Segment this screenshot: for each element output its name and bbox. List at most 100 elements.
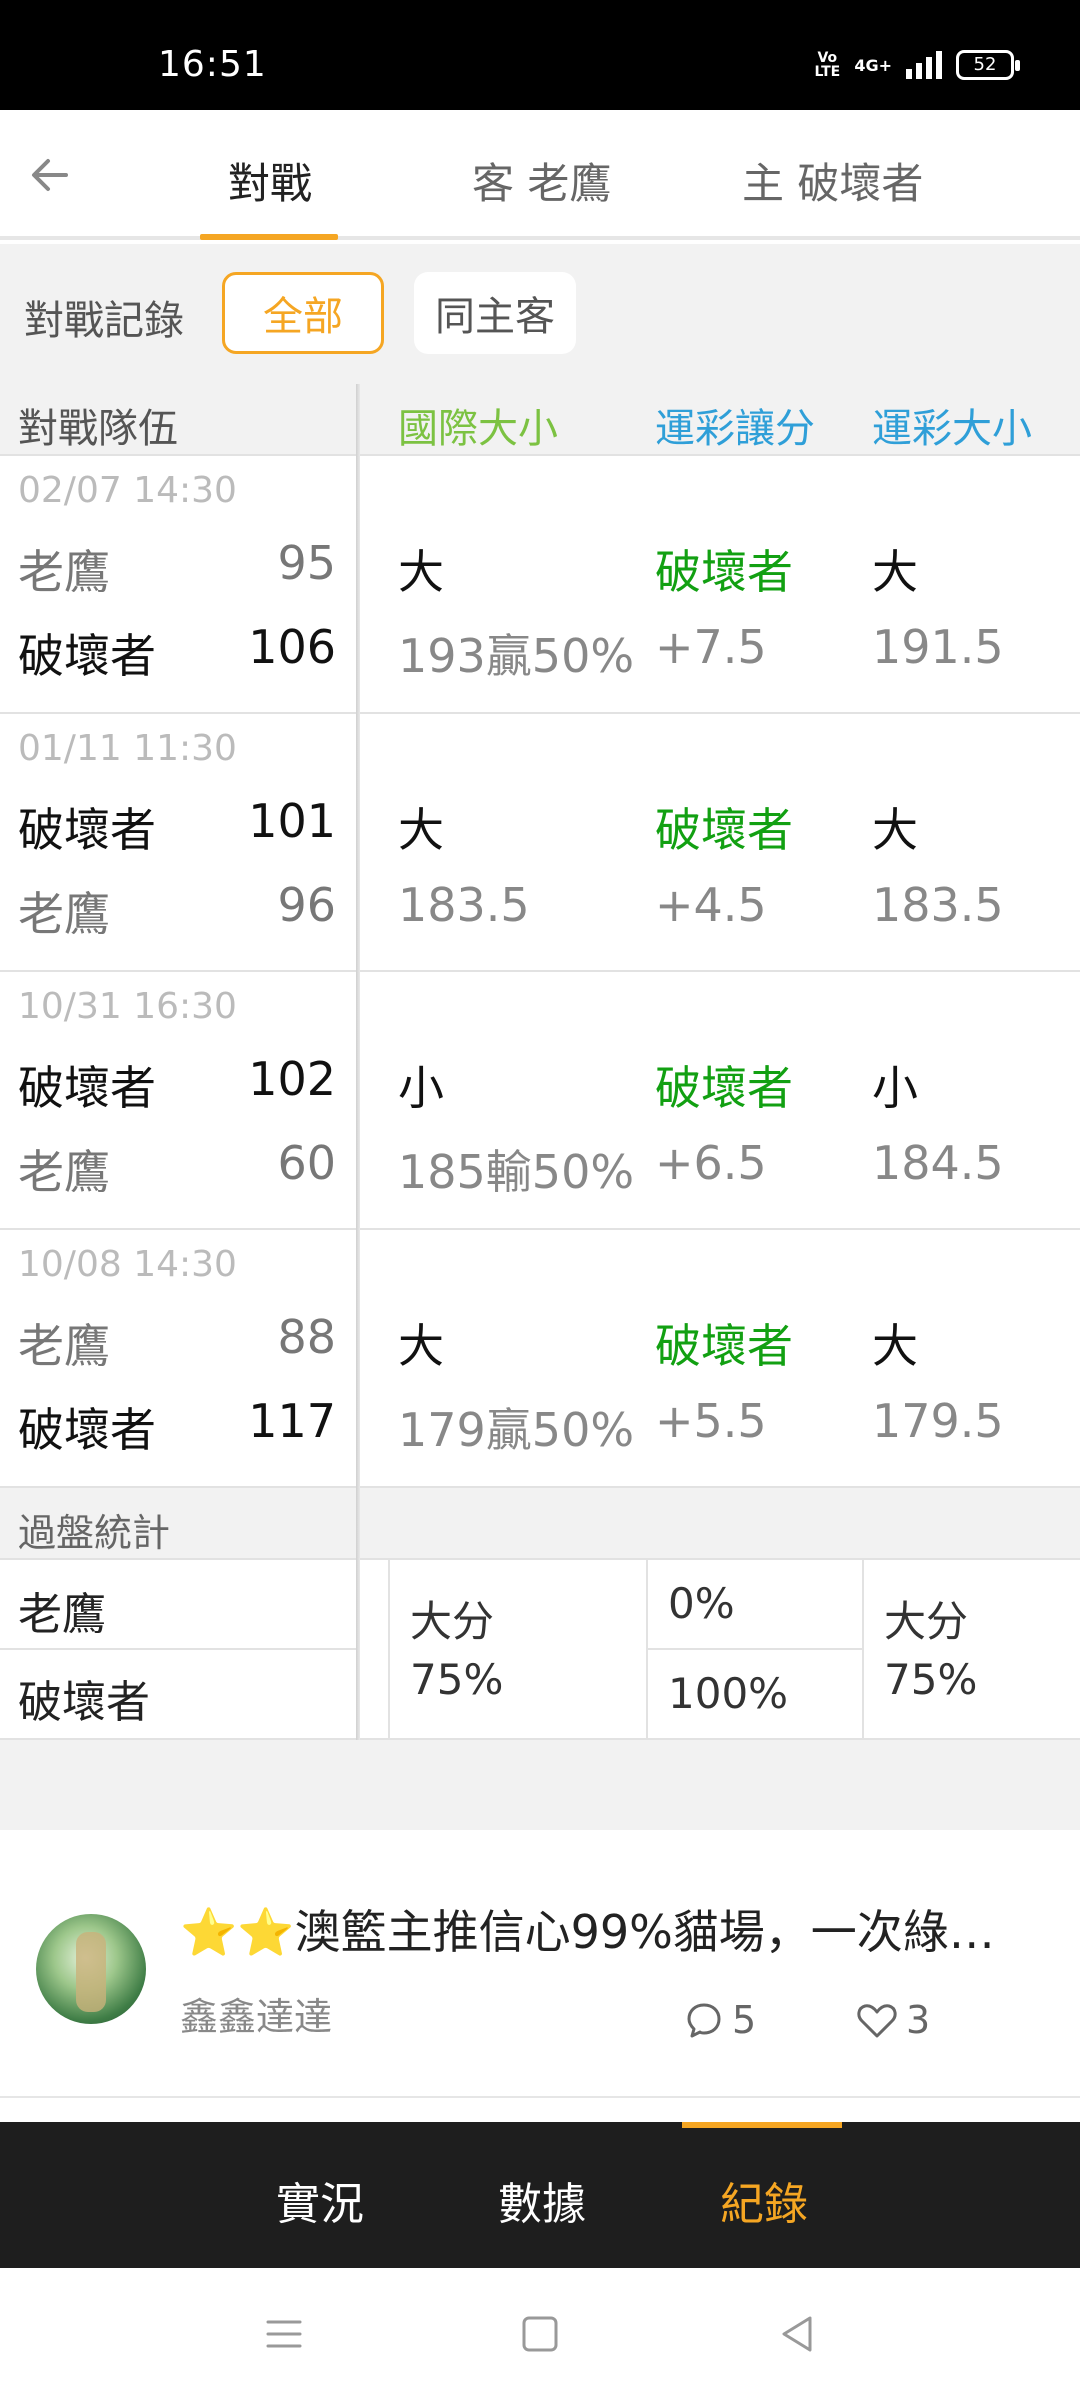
avatar[interactable] <box>36 1914 146 2024</box>
nav-data[interactable]: 數據 <box>498 2168 586 2232</box>
post-card[interactable]: ⭐⭐澳籃主推信心99%貓場，一次綠… 鑫鑫達達 5 3 <box>0 1830 1080 2098</box>
table-row[interactable]: 10/31 16:30 破壞者 102 老鷹 60 小 185輸50% 破壞者 … <box>0 972 1080 1230</box>
stats-lottery-ou: 大分 75% <box>862 1560 1080 1740</box>
stats-spread-team1-pct: 0% <box>668 1579 735 1628</box>
spread-line: +4.5 <box>655 878 767 932</box>
stats-intl-label: 大分 <box>410 1597 495 1646</box>
match-date: 02/07 14:30 <box>18 470 237 511</box>
spread-line: +6.5 <box>655 1136 767 1190</box>
tab-matchup[interactable]: 對戰 <box>228 150 312 211</box>
heart-icon <box>857 2004 897 2038</box>
match-date: 10/08 14:30 <box>18 1244 237 1285</box>
team-score: 102 <box>248 1052 336 1106</box>
arrow-left-icon <box>32 159 68 191</box>
filter-all-button[interactable]: 全部 <box>222 272 384 354</box>
menu-icon[interactable] <box>262 2312 306 2356</box>
star-icon: ⭐⭐ <box>180 1905 295 1959</box>
divider <box>648 1648 862 1650</box>
intl-ou-line: 193贏50% <box>398 629 635 683</box>
intl-ou-result: 小 <box>398 1061 444 1115</box>
lottery-ou-result: 大 <box>872 803 918 857</box>
table-row[interactable]: 10/08 14:30 老鷹 88 破壞者 117 大 179贏50% 破壞者 … <box>0 1230 1080 1488</box>
team-name: 老鷹 <box>18 887 110 941</box>
volte-icon: Vo LTE <box>814 50 841 80</box>
battery-icon: 52 <box>956 50 1020 80</box>
header-intl-ou: 國際大小 <box>398 406 558 452</box>
stats-lottery-pct: 75% <box>884 1655 978 1704</box>
comment-count[interactable]: 5 <box>684 1998 756 2042</box>
stats-label: 過盤統計 <box>18 1511 171 1555</box>
table-header: 對戰隊伍 國際大小 運彩讓分 運彩大小 <box>0 384 1080 456</box>
back-button[interactable] <box>20 145 80 205</box>
status-icons: Vo LTE 4G+ 52 <box>814 50 1020 80</box>
post-title[interactable]: ⭐⭐澳籃主推信心99%貓場，一次綠… <box>180 1896 1010 1962</box>
signal-icon <box>906 51 942 79</box>
column-divider <box>356 384 360 1740</box>
team-score: 60 <box>277 1136 336 1190</box>
team-name: 破壞者 <box>18 803 156 857</box>
spread-line: +5.5 <box>655 1394 767 1448</box>
spread-team: 破壞者 <box>655 1061 793 1115</box>
lottery-ou-result: 小 <box>872 1061 918 1115</box>
header: 對戰 客 老鷹 主 破壞者 <box>0 110 1080 240</box>
divider <box>0 1648 360 1650</box>
lottery-ou-result: 大 <box>872 545 918 599</box>
post-author[interactable]: 鑫鑫達達 <box>180 1986 332 2041</box>
status-bar: 16:51 Vo LTE 4G+ 52 <box>0 0 1080 110</box>
stats-header: 過盤統計 <box>0 1488 1080 1560</box>
tab-away-team[interactable]: 客 老鷹 <box>472 150 611 211</box>
filter-same-venue-button[interactable]: 同主客 <box>414 272 576 354</box>
table-row[interactable]: 01/11 11:30 破壞者 101 老鷹 96 大 183.5 破壞者 +4… <box>0 714 1080 972</box>
intl-ou-line: 183.5 <box>398 878 530 932</box>
comment-count-value: 5 <box>732 1998 757 2042</box>
team-name: 破壞者 <box>18 629 156 683</box>
stats-spread-team2-pct: 100% <box>668 1669 789 1718</box>
home-icon[interactable] <box>518 2312 562 2356</box>
matchup-table: 對戰隊伍 國際大小 運彩讓分 運彩大小 02/07 14:30 老鷹 95 破壞… <box>0 384 1080 1740</box>
spread-team: 破壞者 <box>655 545 793 599</box>
active-tab-indicator <box>200 234 338 240</box>
lottery-ou-line: 191.5 <box>872 620 1004 674</box>
team-score: 106 <box>248 620 336 674</box>
spread-team: 破壞者 <box>655 803 793 857</box>
active-nav-indicator <box>682 2122 842 2128</box>
lottery-ou-line: 183.5 <box>872 878 1004 932</box>
match-date: 10/31 16:30 <box>18 986 237 1027</box>
like-count[interactable]: 3 <box>856 1998 930 2042</box>
header-teams: 對戰隊伍 <box>18 406 178 452</box>
bottom-nav: 實況 數據 紀錄 <box>0 2122 1080 2268</box>
section-spacer <box>0 1740 1080 1830</box>
match-date: 01/11 11:30 <box>18 728 237 769</box>
team-score: 88 <box>277 1310 336 1364</box>
team-name: 破壞者 <box>18 1403 156 1457</box>
spread-line: +7.5 <box>655 620 767 674</box>
like-count-value: 3 <box>906 1998 931 2042</box>
filter-row: 對戰記錄 全部 同主客 <box>0 244 1080 384</box>
header-lottery-ou: 運彩大小 <box>872 406 1032 452</box>
battery-level: 52 <box>973 54 997 75</box>
nav-live[interactable]: 實況 <box>276 2168 364 2232</box>
tab-home-team[interactable]: 主 破壞者 <box>742 150 923 211</box>
team-name: 老鷹 <box>18 545 110 599</box>
filter-label: 對戰記錄 <box>24 298 184 344</box>
stats-lottery-label: 大分 <box>884 1597 969 1646</box>
network-type: 4G+ <box>854 55 892 75</box>
team-name: 老鷹 <box>18 1145 110 1199</box>
system-nav-bar <box>0 2268 1080 2400</box>
stats-team: 老鷹 <box>18 1589 106 1640</box>
team-score: 117 <box>248 1394 336 1448</box>
header-spread: 運彩讓分 <box>655 406 815 452</box>
stats-spread: 0% 100% <box>646 1560 862 1740</box>
status-time: 16:51 <box>158 44 267 85</box>
intl-ou-result: 大 <box>398 1319 444 1373</box>
intl-ou-result: 大 <box>398 545 444 599</box>
comment-icon <box>687 2003 721 2038</box>
post-title-text: 澳籃主推信心99%貓場，一次綠… <box>294 1905 995 1959</box>
nav-records[interactable]: 紀錄 <box>720 2168 808 2232</box>
intl-ou-result: 大 <box>398 803 444 857</box>
back-triangle-icon[interactable] <box>776 2312 820 2356</box>
team-score: 95 <box>277 536 336 590</box>
stats-intl-pct: 75% <box>410 1655 504 1704</box>
table-row[interactable]: 02/07 14:30 老鷹 95 破壞者 106 大 193贏50% 破壞者 … <box>0 456 1080 714</box>
stats-summary: 老鷹 破壞者 大分 75% 0% 100% 大分 75% <box>0 1560 1080 1740</box>
